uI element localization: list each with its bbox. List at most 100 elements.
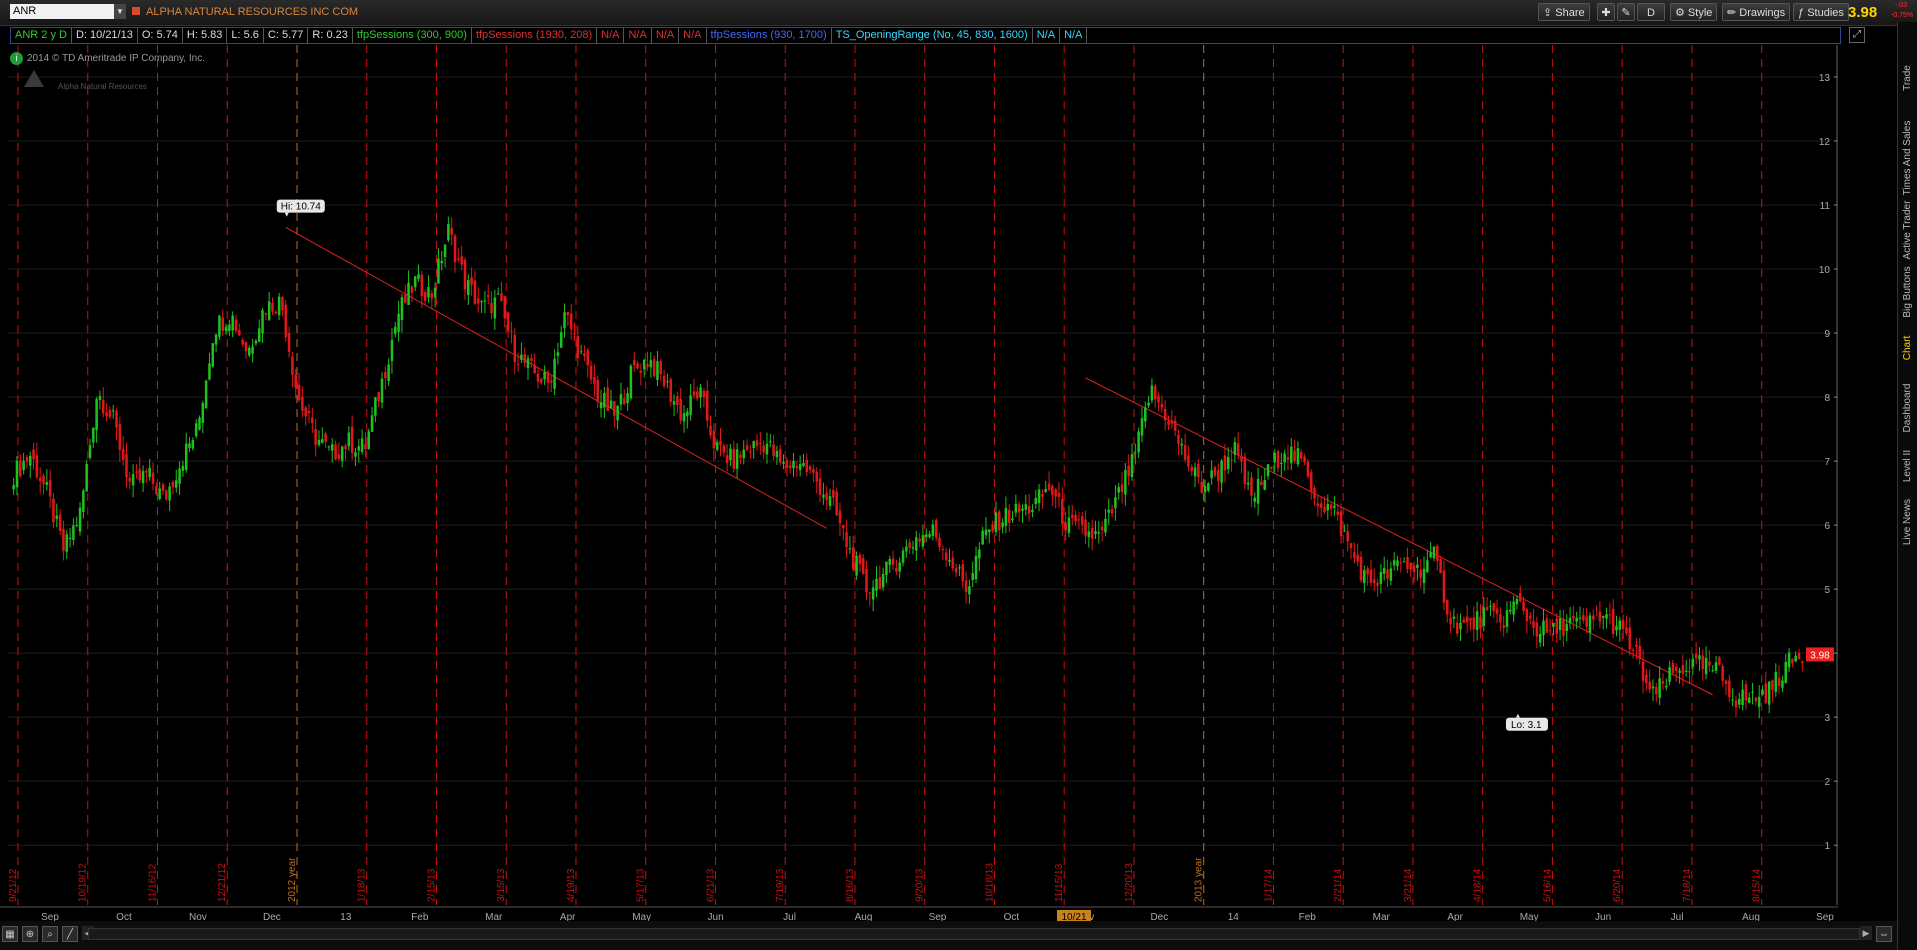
- candle-body: [828, 496, 832, 506]
- candle-body: [1356, 554, 1359, 562]
- series-label[interactable]: ANR 2 y D: [11, 28, 72, 43]
- study-label-3[interactable]: N/A: [624, 28, 652, 43]
- zoom-fit-icon[interactable]: ⇔: [1876, 926, 1892, 942]
- candle-body: [1618, 620, 1622, 630]
- candle-body: [1329, 504, 1333, 509]
- share-button[interactable]: ⇪ Share: [1538, 3, 1590, 21]
- candle-body: [384, 372, 387, 378]
- candle-body: [473, 280, 477, 304]
- study-label-4[interactable]: N/A: [652, 28, 680, 43]
- candle-body: [467, 279, 470, 296]
- candle-body: [1309, 472, 1313, 492]
- candle-body: [337, 454, 341, 459]
- bar-high: H: 5.83: [183, 28, 228, 43]
- timeframe-d-button[interactable]: D: [1637, 3, 1665, 21]
- candle-body: [616, 405, 619, 421]
- candle-body: [184, 443, 188, 470]
- study-label-9[interactable]: N/A: [1060, 28, 1088, 43]
- right-tab-trade[interactable]: Trade: [1900, 38, 1916, 118]
- candle-body: [1519, 593, 1522, 602]
- candle-body: [566, 312, 570, 316]
- candle-body: [261, 310, 264, 334]
- wrench-icon[interactable]: ✎: [1617, 3, 1635, 21]
- study-label-7[interactable]: TS_OpeningRange (No, 45, 830, 1600): [832, 28, 1033, 43]
- study-label-1[interactable]: tfpSessions (1930, 208): [472, 28, 598, 43]
- candle-body: [1542, 620, 1545, 636]
- candle-body: [1512, 601, 1515, 615]
- candle-body: [271, 302, 274, 312]
- candle-body: [1097, 532, 1101, 534]
- candle-body: [65, 534, 69, 552]
- price-chart[interactable]: 9/21/12 10/19/12 11/16/12 12/21/12 2012 year…: [0, 45, 1838, 950]
- study-label-6[interactable]: tfpSessions (930, 1700): [707, 28, 832, 43]
- candle-body: [427, 287, 430, 298]
- candle-body: [636, 363, 639, 369]
- candle-body: [28, 455, 32, 466]
- candle-body: [25, 457, 29, 462]
- style-button[interactable]: ⚙ Style: [1670, 3, 1718, 21]
- candle-body: [895, 567, 898, 572]
- candle-body: [1754, 697, 1758, 702]
- expand-icon[interactable]: ⤢: [1849, 27, 1865, 43]
- share-icon: ⇪: [1543, 7, 1556, 19]
- studies-button[interactable]: ƒ Studies: [1793, 3, 1849, 21]
- candle-body: [1708, 661, 1711, 666]
- company-name: ALPHA NATURAL RESOURCES INC COM: [146, 6, 359, 18]
- candle-body: [1492, 603, 1495, 611]
- candle-body: [496, 293, 500, 295]
- candle-body: [175, 480, 178, 488]
- candle-body: [1071, 514, 1074, 518]
- candle-body: [1236, 443, 1240, 456]
- candle-body: [476, 298, 480, 304]
- candle-body: [1207, 483, 1210, 491]
- study-label-5[interactable]: N/A: [679, 28, 707, 43]
- crosshair-tool-icon[interactable]: ✚: [1597, 3, 1615, 21]
- symbol-input[interactable]: ANR: [10, 4, 114, 19]
- right-tab-live-news[interactable]: Live News: [1900, 482, 1916, 562]
- session-label: 10/19/12: [78, 863, 89, 902]
- candle-body: [705, 390, 709, 421]
- drawings-button[interactable]: ✏ Drawings: [1722, 3, 1791, 21]
- candle-body: [944, 552, 948, 561]
- candle-body: [978, 549, 981, 559]
- candle-body: [1734, 700, 1738, 708]
- candle-body: [954, 567, 958, 573]
- candle-body: [82, 490, 85, 512]
- candle-body: [121, 448, 125, 460]
- candle-body: [1017, 504, 1021, 513]
- session-label: 9/20/13: [915, 868, 926, 902]
- candle-body: [1409, 562, 1413, 570]
- candle-body: [420, 274, 424, 297]
- symbol-dropdown-icon[interactable]: ▼: [114, 4, 126, 19]
- candle-body: [506, 312, 510, 332]
- study-label-8[interactable]: N/A: [1033, 28, 1061, 43]
- study-label-2[interactable]: N/A: [597, 28, 625, 43]
- magnifier-icon[interactable]: ⌕: [42, 926, 58, 942]
- info-icon[interactable]: i: [10, 52, 23, 65]
- candle-body: [151, 472, 155, 484]
- candle-body: [556, 352, 560, 356]
- candle-body: [1200, 481, 1203, 493]
- study-label-0[interactable]: tfpSessions (300, 900): [353, 28, 472, 43]
- candle-body: [709, 425, 712, 436]
- candle-body: [1455, 622, 1459, 634]
- candle-body: [1104, 518, 1107, 533]
- time-scrollbar[interactable]: [88, 928, 1860, 940]
- high-marker: Hi: 10.74: [276, 199, 325, 217]
- candle-body: [815, 471, 818, 482]
- scroll-right-icon[interactable]: ▶: [1860, 926, 1872, 940]
- candle-body: [1638, 645, 1641, 660]
- candle-body: [782, 461, 785, 464]
- layout-icon[interactable]: ▦: [2, 926, 18, 942]
- right-tab-times-and-sales[interactable]: Times And Sales: [1900, 118, 1916, 198]
- zoom-icon[interactable]: ⊕: [22, 926, 38, 942]
- price-label: 5: [1824, 585, 1830, 596]
- candle-body: [1167, 421, 1170, 426]
- draw-line-icon[interactable]: ╱: [62, 926, 78, 942]
- candle-body: [1037, 489, 1041, 504]
- candle-body: [669, 379, 672, 402]
- candle-body: [958, 567, 961, 569]
- candle-body: [1333, 505, 1336, 508]
- candle-body: [639, 370, 643, 373]
- candle-body: [294, 374, 297, 388]
